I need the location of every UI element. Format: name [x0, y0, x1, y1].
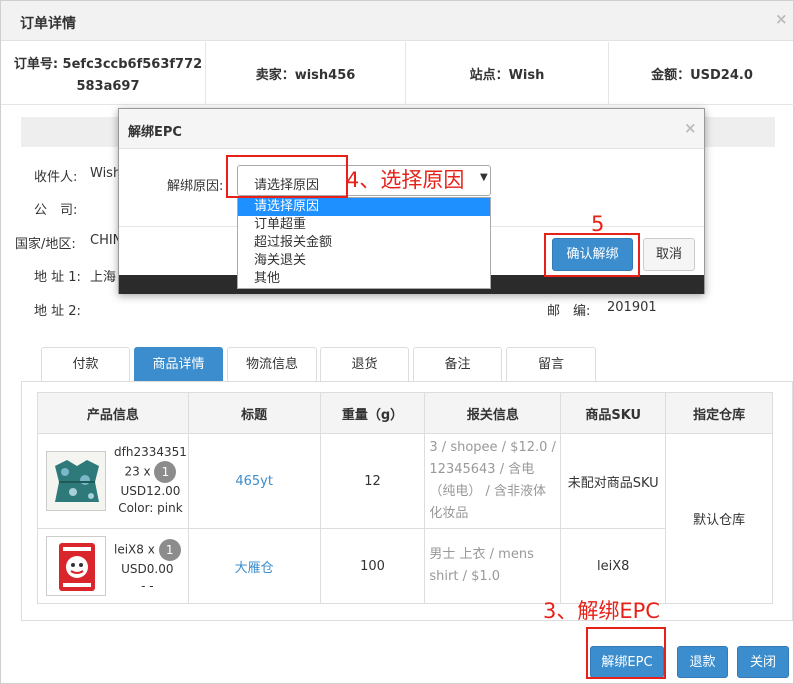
site-cell: 站点：Wish	[406, 42, 609, 104]
refund-button[interactable]: 退款	[677, 646, 728, 678]
product-price: USD0.00	[121, 562, 174, 576]
product-price: USD12.00	[120, 484, 181, 498]
product-image-icon	[47, 537, 105, 595]
title-cell: 大雁仓	[187, 528, 321, 604]
postal-label: 邮 编:	[547, 304, 591, 319]
address1-value: 上海	[90, 270, 117, 285]
quantity-badge: 1	[154, 461, 177, 483]
weight-cell: 100	[319, 528, 426, 604]
receiver-label: 收件人:	[34, 170, 78, 185]
product-id: leiX8 x	[114, 542, 155, 557]
country-label: 国家/地区:	[15, 237, 76, 252]
window-header: 订单详情 ×	[1, 1, 793, 41]
tab-messages[interactable]: 留言	[506, 347, 596, 382]
order-no-value: 5efc3ccb6f563f772583a697	[62, 57, 203, 94]
customs-cell: 男士 上衣 / mens shirt / $1.0	[424, 528, 562, 604]
product-extra: - -	[141, 579, 154, 593]
modal-title: 解绑EPC	[128, 125, 182, 140]
customs-info: 男士 上衣 / mens shirt / $1.0	[429, 547, 534, 584]
sku-cell: leiX8	[560, 528, 667, 604]
option-select-reason[interactable]: 请选择原因	[238, 198, 490, 216]
warehouse-cell: 默认仓库	[665, 433, 773, 604]
order-detail-window: 订单详情 × 订单号: 5efc3ccb6f563f772583a697 卖家：…	[0, 0, 794, 684]
address1-label: 地 址 1:	[34, 270, 81, 285]
annotation-step5: 5	[591, 212, 605, 236]
reason-dropdown: 请选择原因 订单超重 超过报关金额 海关退关 其他	[237, 197, 491, 289]
close-button[interactable]: 关闭	[737, 646, 789, 678]
reason-label: 解绑原因:	[167, 179, 224, 194]
annotation-box-confirm	[544, 233, 640, 277]
modal-close-icon[interactable]: ×	[684, 119, 697, 137]
company-label: 公 司:	[34, 203, 78, 218]
tab-logistics[interactable]: 物流信息	[227, 347, 317, 382]
cancel-button[interactable]: 取消	[643, 238, 695, 271]
receiver-value: Wish	[90, 166, 122, 181]
product-id: dfh2334351	[114, 445, 187, 459]
header-title: 标题	[187, 392, 321, 434]
weight-cell: 12	[319, 433, 426, 529]
header-warehouse: 指定仓库	[665, 392, 773, 434]
header-sku: 商品SKU	[560, 392, 667, 434]
customs-cell: 3 / shopee / $12.0 / 12345643 / 含电（纯电） /…	[424, 433, 562, 529]
order-no-label: 订单号:	[13, 57, 59, 72]
option-over-customs-value[interactable]: 超过报关金额	[238, 234, 490, 252]
modal-header: 解绑EPC ×	[119, 109, 704, 149]
header-weight: 重量（g）	[319, 392, 426, 434]
header-product-info: 产品信息	[37, 392, 189, 434]
sku-cell: 未配对商品SKU	[560, 433, 667, 529]
tab-returns[interactable]: 退货	[320, 347, 409, 382]
seller-cell: 卖家：wish456	[206, 42, 406, 104]
site-value: 站点：Wish	[469, 68, 545, 83]
product-info-cell: leiX8 x 1 USD0.00 - -	[37, 528, 189, 604]
option-other[interactable]: 其他	[238, 270, 490, 288]
table-row: leiX8 x 1 USD0.00 - - 大雁仓 100 男士 上衣 / me…	[37, 528, 773, 604]
product-color: Color: pink	[118, 501, 183, 515]
title-cell: 465yt	[187, 433, 321, 529]
window-title: 订单详情	[20, 16, 76, 32]
option-overweight[interactable]: 订单超重	[238, 216, 490, 234]
order-no-cell: 订单号: 5efc3ccb6f563f772583a697	[1, 42, 206, 104]
option-customs-returned[interactable]: 海关退关	[238, 252, 490, 270]
quantity-badge: 1	[158, 539, 181, 561]
product-info-cell: dfh2334351 23 x 1 USD12.00 Color: pink	[37, 433, 189, 529]
chevron-down-icon: ▼	[480, 172, 488, 183]
amount-cell: 金额：USD24.0	[609, 42, 794, 104]
annotation-box-unbind	[586, 627, 666, 679]
product-thumbnail[interactable]	[46, 451, 106, 511]
seller-value: 卖家：wish456	[255, 68, 356, 83]
annotation-step4: 4、选择原因	[346, 168, 465, 192]
product-table: 产品信息 标题 重量（g） 报关信息 商品SKU 指定仓库 dfh2334351…	[37, 392, 773, 604]
product-thumbnail[interactable]	[46, 536, 106, 596]
table-row: dfh2334351 23 x 1 USD12.00 Color: pink 4…	[37, 433, 773, 604]
product-title-link[interactable]: 465yt	[235, 474, 273, 489]
product-image-icon	[47, 452, 105, 510]
tab-product-details[interactable]: 商品详情	[134, 347, 223, 382]
annotation-box-select	[226, 155, 348, 198]
product-title-link[interactable]: 大雁仓	[235, 561, 274, 576]
address2-label: 地 址 2:	[34, 304, 81, 319]
amount-value: 金额：USD24.0	[651, 68, 753, 83]
postal-value: 201901	[607, 300, 657, 315]
order-info-row: 订单号: 5efc3ccb6f563f772583a697 卖家：wish456…	[1, 42, 794, 105]
product-id-cont: 23 x	[124, 464, 151, 479]
tab-notes[interactable]: 备注	[413, 347, 502, 382]
annotation-step3: 3、解绑EPC	[543, 599, 660, 623]
close-icon[interactable]: ×	[775, 10, 788, 28]
tab-payment[interactable]: 付款	[41, 347, 130, 382]
customs-info: 3 / shopee / $12.0 / 12345643 / 含电（纯电） /…	[429, 440, 556, 521]
table-header-row: 产品信息 标题 重量（g） 报关信息 商品SKU 指定仓库	[37, 392, 773, 434]
header-customs: 报关信息	[424, 392, 562, 434]
